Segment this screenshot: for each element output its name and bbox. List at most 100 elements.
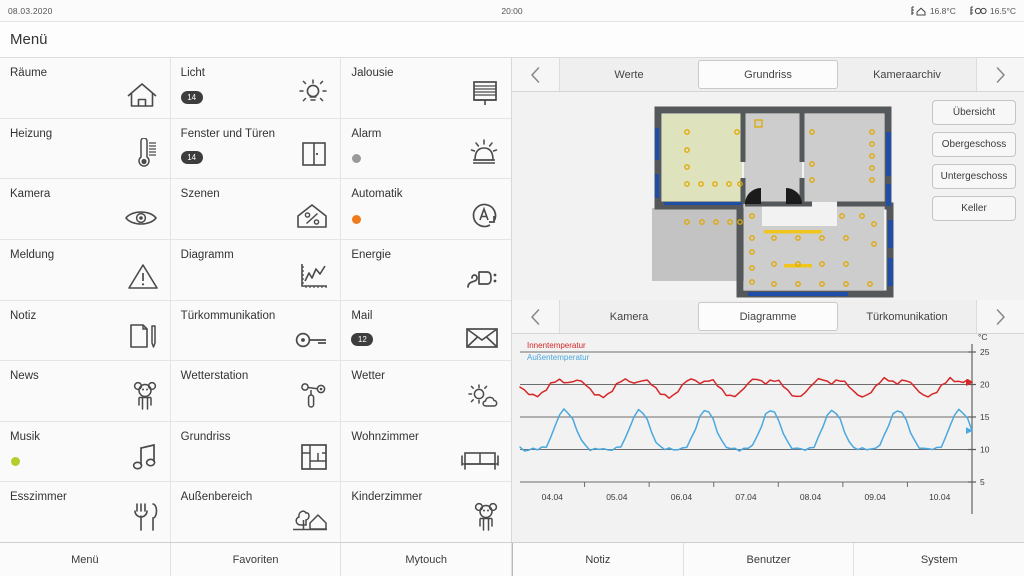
chevron-left-icon[interactable] <box>512 58 560 91</box>
menu-tile-heizung[interactable]: Heizung <box>0 118 170 180</box>
nav-item-menu[interactable]: Menü <box>0 543 171 576</box>
floor-button-untergeschoss[interactable]: Untergeschoss <box>932 164 1016 189</box>
right-pane: Werte Grundriss Kameraarchiv Übersicht O… <box>512 58 1024 542</box>
svg-text:10.04: 10.04 <box>929 492 951 502</box>
menu-tile-wetterstation[interactable]: Wetterstation <box>170 361 341 422</box>
menu-tile-grundriss[interactable]: Grundriss <box>170 421 341 483</box>
window-icon <box>300 140 328 168</box>
nav-item-system[interactable]: System <box>854 543 1024 576</box>
svg-text:04.04: 04.04 <box>542 492 564 502</box>
svg-text:15: 15 <box>980 412 990 422</box>
tile-label: Jalousie <box>351 67 394 79</box>
floorplan-tabbar: Werte Grundriss Kameraarchiv <box>512 58 1024 92</box>
bottom-navigation: Menü Favoriten Mytouch Notiz Benutzer Sy… <box>0 542 1024 576</box>
power-plug-icon <box>465 266 499 290</box>
tree-house-icon <box>292 506 328 532</box>
svg-text:07.04: 07.04 <box>735 492 757 502</box>
cutlery-icon <box>132 502 158 532</box>
menu-tile-kamera[interactable]: Kamera <box>0 179 170 240</box>
page-title-bar: Menü <box>0 22 1024 58</box>
alarm-bell-icon <box>469 138 499 168</box>
svg-text:25: 25 <box>980 347 990 357</box>
menu-tile-fenster-und-tueren[interactable]: Fenster und Türen 14 <box>170 118 341 180</box>
svg-text:05.04: 05.04 <box>606 492 628 502</box>
menu-tile-notiz[interactable]: Notiz <box>0 300 170 362</box>
menu-column-1: Räume Heizung Kamera Meldung Notiz News … <box>0 58 171 542</box>
menu-tile-kinderzimmer[interactable]: Kinderzimmer <box>341 482 512 542</box>
tile-label: Fenster und Türen <box>180 127 276 140</box>
tab-tuerkomunikation[interactable]: Türkomunikation <box>838 300 976 333</box>
teddy-bear-icon <box>473 502 499 532</box>
status-sensors: 16.8°C 16.5°C <box>911 6 1016 16</box>
menu-tile-automatik[interactable]: Automatik <box>341 179 512 240</box>
key-icon <box>294 330 328 350</box>
chevron-right-icon[interactable] <box>976 58 1024 91</box>
menu-tile-energie[interactable]: Energie <box>341 239 512 301</box>
menu-tile-diagramm[interactable]: Diagramm <box>170 239 341 301</box>
menu-tile-licht[interactable]: Licht 14 <box>170 58 341 119</box>
lightbulb-icon <box>298 78 328 108</box>
menu-tile-szenen[interactable]: Szenen <box>170 179 341 240</box>
page-title: Menü <box>10 31 48 48</box>
menu-tile-news[interactable]: News <box>0 361 170 422</box>
sofa-icon <box>461 449 499 471</box>
automatic-icon <box>469 201 499 229</box>
tab-grundriss[interactable]: Grundriss <box>698 60 838 89</box>
music-note-icon <box>130 443 158 471</box>
floorplan-view[interactable]: Übersicht Obergeschoss Untergeschoss Kel… <box>512 92 1024 300</box>
svg-text:08.04: 08.04 <box>800 492 822 502</box>
tile-label: Notiz <box>10 309 37 322</box>
indoor-temperature-readout: 16.8°C <box>911 6 956 16</box>
status-bar: 08.03.2020 20:00 16.8°C 16.5°C <box>0 0 1024 22</box>
tab-kamera[interactable]: Kamera <box>560 300 698 333</box>
status-dot <box>11 457 20 467</box>
menu-tile-esszimmer[interactable]: Esszimmer <box>0 482 170 542</box>
thermometer-icon <box>132 138 158 168</box>
floor-button-keller[interactable]: Keller <box>932 196 1016 221</box>
tab-diagramme[interactable]: Diagramme <box>698 302 838 331</box>
teddy-bear-icon <box>132 381 158 411</box>
smart-home-panel: 08.03.2020 20:00 16.8°C 16.5°C Menü Räum… <box>0 0 1024 576</box>
nav-item-favoriten[interactable]: Favoriten <box>171 543 342 576</box>
menu-tile-raeume[interactable]: Räume <box>0 58 170 119</box>
tab-werte[interactable]: Werte <box>560 58 698 91</box>
temperature-chart[interactable]: Innentemperatur Außentemperatur 5 10 15 20 2… <box>512 334 1024 542</box>
floor-button-uebersicht[interactable]: Übersicht <box>932 100 1016 125</box>
menu-tile-alarm[interactable]: Alarm <box>341 118 512 180</box>
anemometer-icon <box>298 381 328 411</box>
menu-tile-jalousie[interactable]: Jalousie <box>341 58 512 119</box>
menu-tile-tuerkommunikation[interactable]: Türkommunikation <box>170 300 341 362</box>
chevron-right-icon[interactable] <box>976 300 1024 333</box>
menu-tile-wetter[interactable]: Wetter <box>341 361 512 422</box>
nav-item-notiz[interactable]: Notiz <box>512 543 684 576</box>
menu-tile-aussenbereich[interactable]: Außenbereich <box>170 482 341 542</box>
outdoor-temperature-readout: 16.5°C <box>970 6 1016 16</box>
svg-text:20: 20 <box>980 380 990 390</box>
menu-tile-wohnzimmer[interactable]: Wohnzimmer <box>341 421 512 483</box>
status-dot <box>352 214 362 224</box>
tile-label: Musik <box>10 430 41 443</box>
menu-column-2: Licht 14 Fenster und Türen 14 Szenen Dia… <box>170 58 342 542</box>
tile-label: Außenbereich <box>180 491 253 504</box>
note-pencil-icon <box>128 322 158 350</box>
floor-button-obergeschoss[interactable]: Obergeschoss <box>932 132 1016 157</box>
count-badge: 14 <box>180 151 203 165</box>
nav-item-mytouch[interactable]: Mytouch <box>341 543 513 576</box>
tile-label: Wohnzimmer <box>351 430 419 443</box>
count-badge: 12 <box>351 333 374 347</box>
warning-triangle-icon <box>127 263 158 290</box>
tab-kameraarchiv[interactable]: Kameraarchiv <box>838 58 976 91</box>
menu-tile-meldung[interactable]: Meldung <box>0 239 170 301</box>
house-percent-icon <box>296 203 328 229</box>
status-date: 08.03.2020 <box>8 5 53 16</box>
chevron-left-icon[interactable] <box>512 300 560 333</box>
tile-label: Mail <box>351 309 373 322</box>
menu-tile-musik[interactable]: Musik <box>0 421 170 483</box>
tile-label: Türkommunikation <box>180 309 276 322</box>
envelope-icon <box>465 326 499 350</box>
nav-item-benutzer[interactable]: Benutzer <box>684 543 855 576</box>
tile-label: Energie <box>351 248 391 261</box>
svg-text:10: 10 <box>980 445 990 455</box>
menu-tile-mail[interactable]: Mail 12 <box>341 300 512 362</box>
outdoor-temperature-value: 16.5°C <box>989 5 1016 16</box>
